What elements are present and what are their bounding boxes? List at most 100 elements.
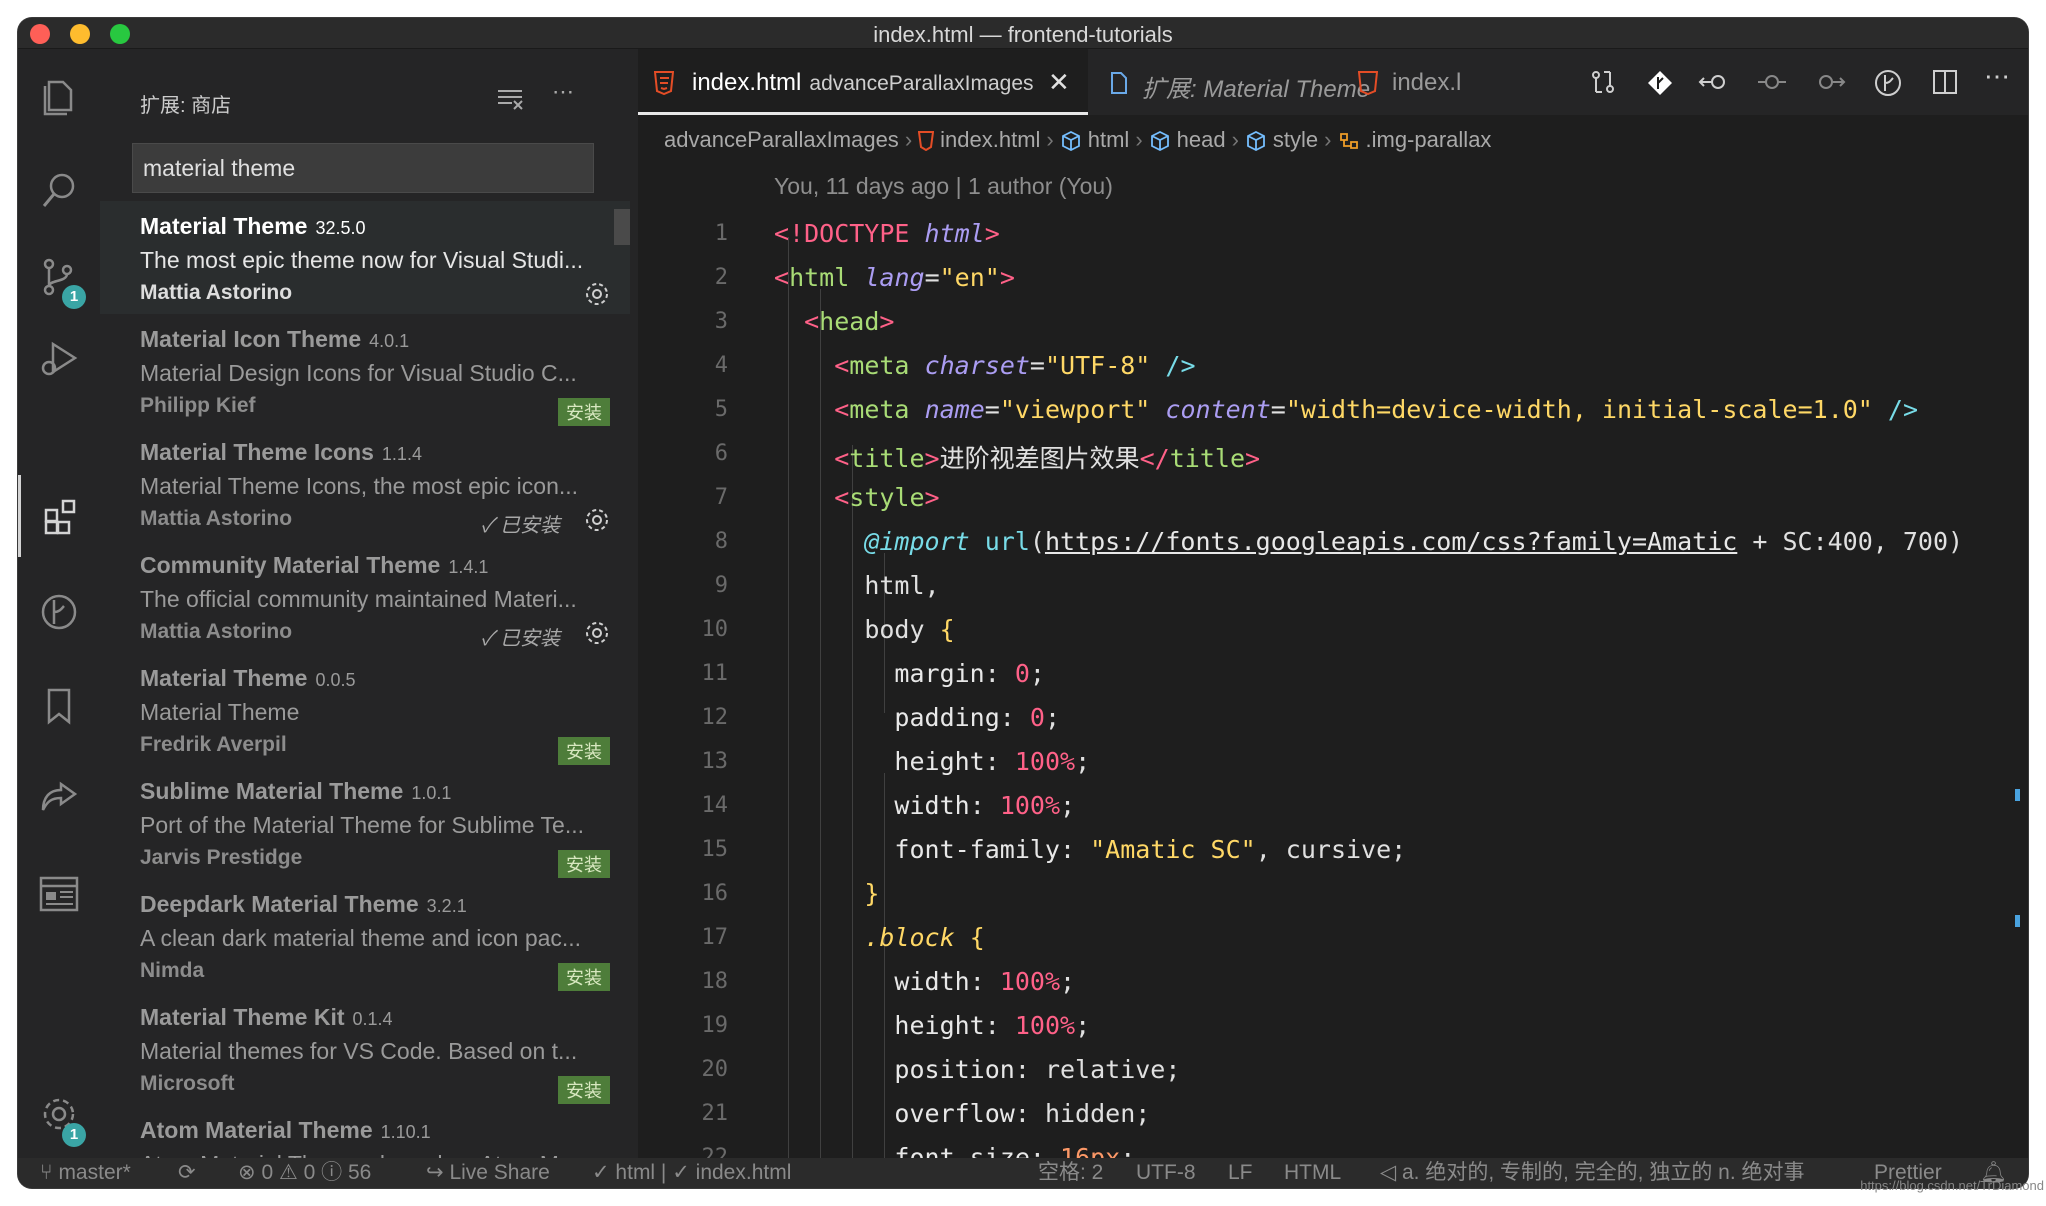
extension-description: Material Design Icons for Visual Studio … <box>140 360 577 386</box>
clear-list-icon[interactable] <box>496 87 524 117</box>
translation-status[interactable]: ◁ a. 绝对的, 专制的, 完全的, 独立的 n. 绝对事 <box>1380 1158 1805 1188</box>
line-number: 6 <box>714 441 728 466</box>
gitlens-icon[interactable] <box>18 571 100 653</box>
more-actions-icon[interactable]: ⋯ <box>1984 61 2010 92</box>
extensions-icon[interactable] <box>18 475 103 557</box>
html-check-status[interactable]: ✓ html | ✓ index.html <box>592 1158 791 1188</box>
extension-list-item[interactable]: Material Theme 0.0.5 Material Theme Fredrik… <box>100 653 630 766</box>
settings-gear-icon[interactable]: 1 <box>18 1073 100 1155</box>
breadcrumb-item[interactable]: .img-parallax <box>1338 127 1491 152</box>
run-debug-icon[interactable] <box>18 317 100 399</box>
title-bar: index.html — frontend-tutorials <box>18 18 2028 49</box>
line-number: 4 <box>714 353 728 378</box>
extensions-search-input[interactable]: material theme <box>132 143 594 193</box>
extension-version: 0.0.5 <box>315 670 356 690</box>
extension-list-item[interactable]: Material Theme Kit 0.1.4 Material themes f… <box>100 992 630 1105</box>
html5-file-icon <box>654 71 674 95</box>
tab-index-html[interactable]: index.html advanceParallaxImages ✕ <box>638 49 1088 115</box>
breadcrumb-separator: › <box>1231 127 1239 152</box>
code-line-20: position: relative; <box>894 1055 1181 1084</box>
install-button[interactable]: 安装 <box>558 398 610 426</box>
eol-status[interactable]: LF <box>1228 1158 1253 1188</box>
indentation-status[interactable]: 空格: 2 <box>1038 1158 1103 1188</box>
install-button[interactable]: 安装 <box>558 850 610 878</box>
symbol-element-icon <box>1061 131 1080 152</box>
line-number: 5 <box>714 397 728 422</box>
extension-list-item[interactable]: Material Icon Theme 4.0.1 Material Design … <box>100 314 630 427</box>
manage-gear-icon[interactable] <box>584 281 610 307</box>
extension-name: Material Theme 32.5.0 <box>140 213 366 239</box>
extension-list-item[interactable]: Deepdark Material Theme 3.2.1 A clean dark… <box>100 879 630 992</box>
breadcrumb-item[interactable]: advanceParallaxImages <box>664 127 899 152</box>
extension-description: Material Theme Icons, the most epic icon… <box>140 473 579 499</box>
sidebar-scrollbar[interactable] <box>614 209 630 245</box>
breadcrumb-item[interactable]: html <box>1060 127 1129 152</box>
compare-changes-icon[interactable] <box>1590 69 1616 95</box>
breadcrumb-item[interactable]: head <box>1149 127 1226 152</box>
line-number: 1 <box>714 221 728 246</box>
manage-gear-icon[interactable] <box>584 507 610 533</box>
extension-name: Community Material Theme 1.4.1 <box>140 552 489 578</box>
install-button[interactable]: 安装 <box>558 737 610 765</box>
tab-extension-material-theme[interactable]: 扩展: Material Theme <box>1090 49 1370 115</box>
live-share-icon[interactable] <box>18 757 100 839</box>
extension-description: Material themes for VS Code. Based on t.… <box>140 1038 578 1064</box>
browser-preview-icon[interactable] <box>18 853 100 935</box>
tab-label: index.l <box>1392 69 1462 96</box>
extension-version: 1.10.1 <box>380 1122 431 1142</box>
extension-version: 3.2.1 <box>426 896 467 916</box>
code-line-5: <meta name="viewport" content="width=dev… <box>834 395 1919 424</box>
next-revision-icon[interactable] <box>1814 69 1846 95</box>
extension-version: 1.1.4 <box>381 444 422 464</box>
code-line-8: @import url(https://fonts.googleapis.com… <box>864 527 1964 556</box>
live-share-status[interactable]: ↪ Live Share <box>426 1158 550 1188</box>
extension-list-item[interactable]: Material Theme Icons 1.1.4 Material Theme … <box>100 427 630 540</box>
search-icon[interactable] <box>18 149 100 231</box>
line-number: 12 <box>701 705 729 730</box>
import-url-link[interactable]: https://fonts.googleapis.com/css?family=… <box>1045 527 1737 556</box>
code-line-16: } <box>864 879 880 908</box>
line-number: 17 <box>701 925 729 950</box>
commit-icon[interactable] <box>1756 69 1788 95</box>
code-line-7: <style> <box>834 483 940 512</box>
extension-description: The most epic theme now for Visual Studi… <box>140 247 584 273</box>
html5-file-icon <box>918 131 935 152</box>
scrollbar-change-marker <box>2015 789 2020 801</box>
extension-name: Material Theme 0.0.5 <box>140 665 356 691</box>
breadcrumb-item[interactable]: index.html <box>918 127 1040 152</box>
explorer-icon[interactable] <box>18 55 100 137</box>
bookmarks-icon[interactable] <box>18 665 100 747</box>
git-icon[interactable] <box>1646 69 1674 97</box>
encoding-status[interactable]: UTF-8 <box>1136 1158 1196 1188</box>
split-editor-icon[interactable] <box>1932 69 1958 95</box>
line-number: 3 <box>714 309 728 334</box>
language-mode-status[interactable]: HTML <box>1284 1158 1341 1188</box>
code-line-3: <head> <box>804 307 895 336</box>
extension-list-item[interactable]: Sublime Material Theme 1.0.1 Port of the M… <box>100 766 630 879</box>
manage-gear-icon[interactable] <box>584 620 610 646</box>
window-title: index.html — frontend-tutorials <box>873 22 1173 47</box>
line-number: 10 <box>701 617 729 642</box>
html5-file-icon <box>1358 71 1378 95</box>
tab-label: 扩展: Material Theme <box>1142 76 1371 103</box>
line-number: 21 <box>701 1101 729 1126</box>
code-line-15: font-family: "Amatic SC", cursive; <box>894 835 1407 864</box>
line-number: 2 <box>714 265 728 290</box>
sync-icon[interactable]: ⟳ <box>178 1158 196 1188</box>
git-branch-status[interactable]: ⑂ master* <box>40 1158 131 1188</box>
problems-status[interactable]: ⊗ 0 ⚠ 0 ⓘ 56 <box>238 1158 371 1188</box>
source-control-icon[interactable]: 1 <box>18 235 100 317</box>
install-button[interactable]: 安装 <box>558 1076 610 1104</box>
extension-description: The official community maintained Materi… <box>140 586 577 612</box>
more-actions-icon[interactable]: ⋯ <box>552 79 574 105</box>
installed-label: ✓ 已安装 <box>480 515 560 537</box>
breadcrumb-item[interactable]: style <box>1245 127 1318 152</box>
timeline-icon[interactable] <box>1874 69 1902 97</box>
extension-version: 32.5.0 <box>315 218 366 238</box>
tab-index-l[interactable]: index.l <box>1344 49 1544 115</box>
extension-list-item[interactable]: Community Material Theme 1.4.1 The officia… <box>100 540 630 653</box>
close-tab-icon[interactable]: ✕ <box>1048 67 1070 98</box>
previous-revision-icon[interactable] <box>1698 69 1730 95</box>
extension-list-item[interactable]: Material Theme 32.5.0 The most epic theme … <box>100 201 630 314</box>
install-button[interactable]: 安装 <box>558 963 610 991</box>
